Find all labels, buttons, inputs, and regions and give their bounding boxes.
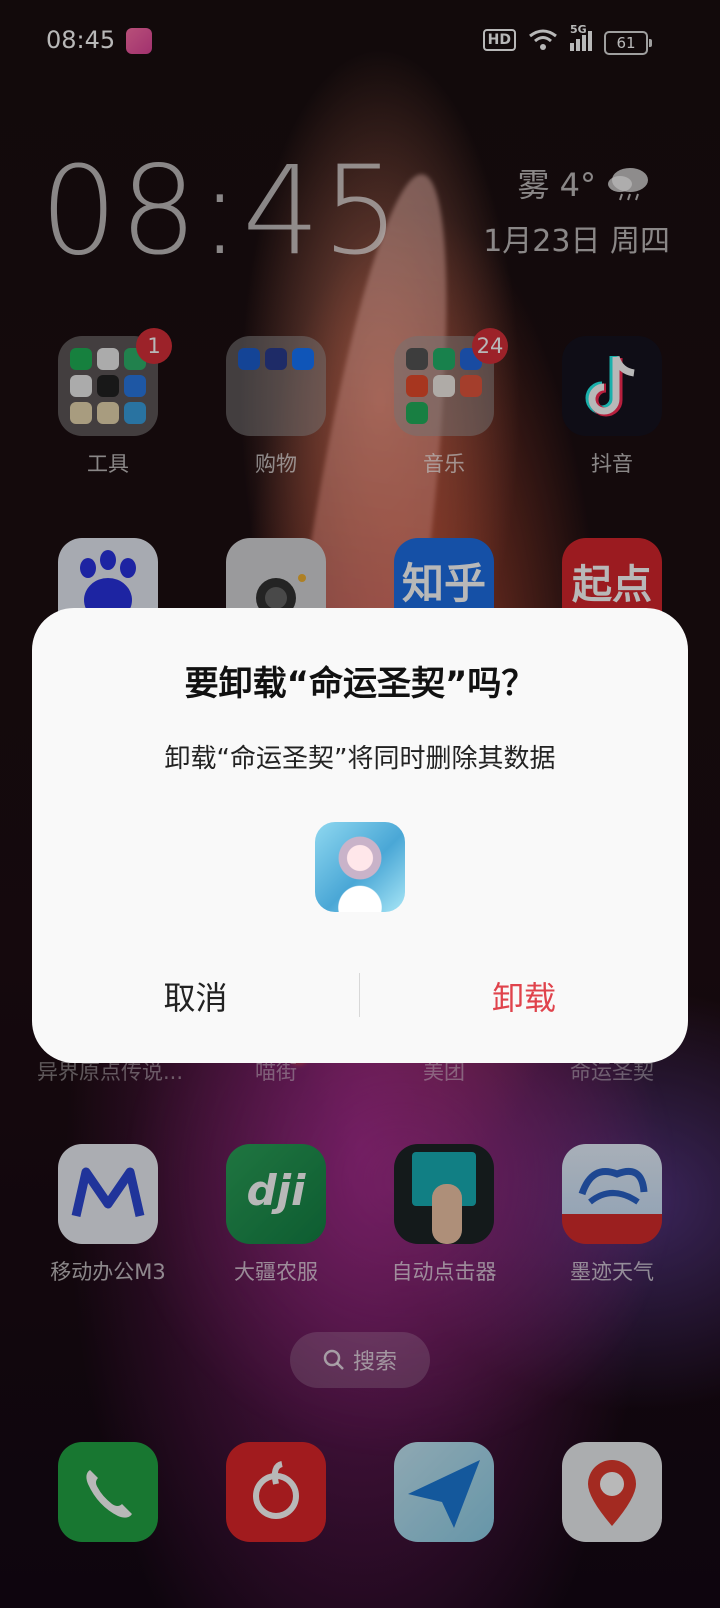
dialog-title: 要卸载“命运圣契”吗？	[184, 664, 536, 704]
uninstall-dialog: 要卸载“命运圣契”吗？ 卸载“命运圣契”将同时删除其数据 取消 卸载	[32, 608, 688, 1063]
cancel-button[interactable]: 取消	[32, 958, 359, 1038]
app-icon	[315, 822, 405, 912]
uninstall-button[interactable]: 卸载	[360, 958, 688, 1038]
dialog-message: 卸载“命运圣契”将同时删除其数据	[164, 744, 556, 774]
home-screen: 08:45 HD 5G 61 08:45 雾 4° 1月23日 周四 1 工具 …	[0, 0, 720, 1608]
